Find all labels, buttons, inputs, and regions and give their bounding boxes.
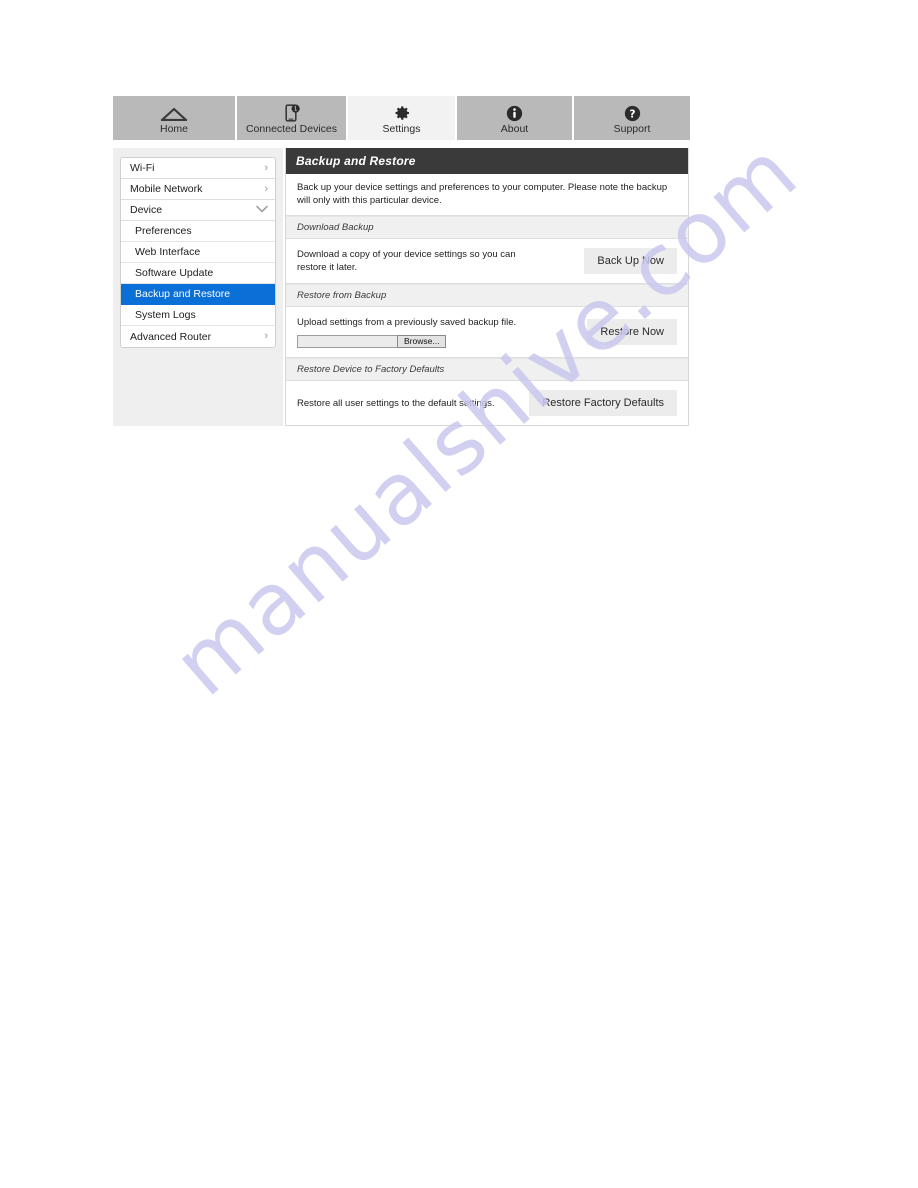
sidebar-item-label: Backup and Restore	[135, 288, 231, 300]
info-icon	[506, 104, 523, 122]
settings-nav: Wi-Fi › Mobile Network › Device Preferen…	[120, 157, 276, 348]
tab-connected-devices-label: Connected Devices	[245, 123, 338, 135]
sidebar-item-software-update[interactable]: Software Update	[121, 263, 275, 284]
backup-file-input[interactable]	[297, 335, 397, 348]
svg-text:1: 1	[293, 107, 297, 113]
row-restore-from-backup-text: Upload settings from a previously saved …	[297, 317, 517, 328]
home-icon	[160, 104, 188, 122]
svg-text:?: ?	[629, 107, 635, 120]
sidebar-item-system-logs[interactable]: System Logs	[121, 305, 275, 326]
tab-support[interactable]: ? Support	[574, 96, 690, 140]
sidebar-item-label: Mobile Network	[130, 183, 203, 195]
chevron-right-icon: ›	[264, 161, 268, 174]
row-restore-factory-defaults-text: Restore all user settings to the default…	[297, 397, 495, 409]
row-restore-from-backup: Upload settings from a previously saved …	[286, 307, 688, 358]
tab-about[interactable]: About	[457, 96, 574, 140]
row-download-backup-text: Download a copy of your device settings …	[297, 249, 516, 273]
sidebar-item-wifi[interactable]: Wi-Fi ›	[121, 158, 275, 179]
browse-button[interactable]: Browse...	[397, 335, 447, 348]
tab-about-label: About	[500, 123, 529, 135]
sidebar-item-advanced-router[interactable]: Advanced Router ›	[121, 326, 275, 347]
sidebar-item-backup-and-restore[interactable]: Backup and Restore	[121, 284, 275, 305]
back-up-now-button[interactable]: Back Up Now	[584, 248, 677, 274]
tab-connected-devices[interactable]: 1 Connected Devices	[237, 96, 348, 140]
top-tab-bar: Home 1 Connected Devices Settings About …	[113, 96, 690, 140]
chevron-right-icon: ›	[264, 182, 268, 195]
sidebar-item-label: Preferences	[135, 225, 192, 237]
sidebar-item-label: Software Update	[135, 267, 214, 279]
restore-now-button[interactable]: Restore Now	[587, 319, 677, 345]
sidebar-item-label: System Logs	[135, 309, 196, 321]
router-admin-ui: Home 1 Connected Devices Settings About …	[113, 96, 690, 426]
chevron-right-icon: ›	[264, 330, 268, 342]
restore-from-backup-left: Upload settings from a previously saved …	[297, 316, 516, 348]
backup-file-picker: Browse...	[297, 335, 516, 348]
row-restore-factory-defaults: Restore all user settings to the default…	[286, 381, 688, 425]
page-title: Backup and Restore	[286, 148, 688, 174]
device-icon: 1	[284, 104, 300, 122]
sidebar-item-label: Wi-Fi	[130, 162, 155, 174]
chevron-down-icon	[256, 205, 268, 216]
tab-settings-label: Settings	[382, 123, 421, 135]
row-download-backup: Download a copy of your device settings …	[286, 239, 688, 284]
sidebar-item-label: Web Interface	[135, 246, 201, 258]
restore-factory-defaults-button[interactable]: Restore Factory Defaults	[529, 390, 677, 416]
sidebar-item-mobile-network[interactable]: Mobile Network ›	[121, 179, 275, 200]
section-header-download-backup: Download Backup	[286, 216, 688, 239]
gear-icon	[393, 104, 411, 122]
sidebar-item-preferences[interactable]: Preferences	[121, 221, 275, 242]
sidebar-item-label: Device	[130, 204, 163, 216]
section-header-restore-from-backup: Restore from Backup	[286, 284, 688, 307]
sidebar-item-device[interactable]: Device	[121, 200, 275, 221]
question-icon: ?	[624, 104, 641, 122]
panel-intro-text: Back up your device settings and prefere…	[286, 174, 688, 216]
sidebar-item-label: Advanced Router	[130, 330, 212, 343]
tab-settings[interactable]: Settings	[348, 96, 457, 140]
tab-home-label: Home	[159, 123, 188, 135]
app-body: Wi-Fi › Mobile Network › Device Preferen…	[113, 140, 690, 426]
tab-home[interactable]: Home	[113, 96, 237, 140]
sidebar-item-web-interface[interactable]: Web Interface	[121, 242, 275, 263]
sidebar-panel: Wi-Fi › Mobile Network › Device Preferen…	[113, 148, 283, 426]
section-header-restore-factory-defaults: Restore Device to Factory Defaults	[286, 358, 688, 381]
content-panel: Backup and Restore Back up your device s…	[285, 148, 689, 426]
tab-support-label: Support	[613, 123, 651, 135]
